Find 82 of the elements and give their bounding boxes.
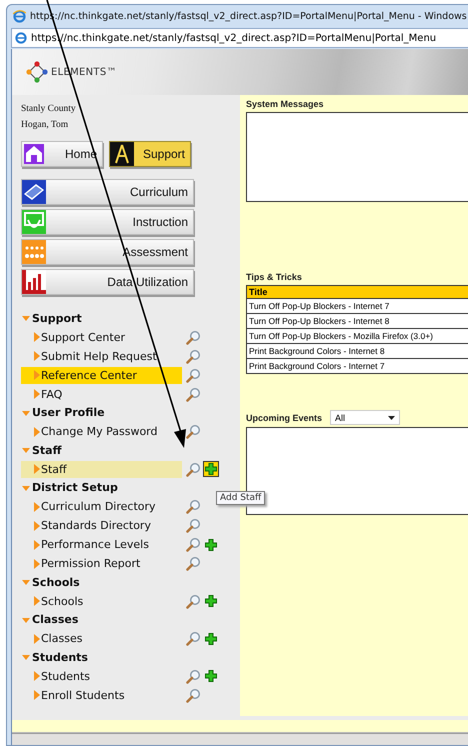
tip-link[interactable]: Turn Off Pop-Up Blockers - Internet 7 bbox=[246, 298, 468, 314]
tip-link[interactable]: Print Background Colors - Internet 7 bbox=[246, 358, 468, 374]
filter-dropdown[interactable]: All bbox=[330, 410, 400, 425]
bullet-arrow-icon bbox=[34, 426, 40, 436]
search-icon[interactable] bbox=[186, 499, 201, 514]
section-title: Tips & Tricks bbox=[246, 272, 303, 282]
menu-item[interactable]: Support Center bbox=[21, 328, 182, 346]
search-icon[interactable] bbox=[186, 424, 201, 439]
bullet-arrow-icon bbox=[34, 464, 40, 474]
browser-icon bbox=[13, 10, 26, 22]
menu-item[interactable]: Submit Help Request bbox=[21, 348, 182, 364]
menu-group-header[interactable]: Staff bbox=[21, 441, 62, 460]
expanded-arrow-icon[interactable] bbox=[21, 314, 31, 322]
expanded-arrow-icon[interactable] bbox=[21, 408, 31, 417]
support-button[interactable]: Support bbox=[109, 141, 191, 167]
plus-icon bbox=[205, 632, 217, 644]
menu-item[interactable]: Classes bbox=[21, 630, 182, 647]
browser-icon bbox=[15, 32, 27, 44]
search-icon[interactable] bbox=[186, 537, 201, 552]
plus-icon bbox=[205, 463, 217, 475]
add-button[interactable] bbox=[203, 593, 219, 609]
expanded-arrow-icon[interactable] bbox=[21, 446, 31, 454]
search-icon[interactable] bbox=[186, 330, 201, 344]
bar-chart-icon bbox=[22, 270, 46, 294]
section-title: Upcoming Events bbox=[246, 412, 322, 422]
search-icon[interactable] bbox=[186, 594, 201, 608]
expanded-arrow-icon[interactable] bbox=[21, 484, 31, 492]
tip-link[interactable]: Turn Off Pop-Up Blockers - Mozilla Firefox (3.0+) bbox=[246, 328, 468, 344]
bullet-arrow-icon bbox=[34, 634, 40, 644]
menu-group-header[interactable]: Support bbox=[21, 309, 82, 328]
plus-icon bbox=[205, 538, 217, 550]
add-button[interactable] bbox=[203, 461, 219, 477]
add-button[interactable] bbox=[203, 630, 219, 646]
compass-icon bbox=[110, 142, 134, 166]
menu-item[interactable]: Schools bbox=[21, 592, 182, 610]
menu-group-header[interactable]: Schools bbox=[21, 573, 80, 592]
logo-icon bbox=[26, 61, 48, 83]
expanded-arrow-icon[interactable] bbox=[21, 578, 31, 586]
search-icon[interactable] bbox=[186, 688, 201, 702]
search-icon[interactable] bbox=[186, 386, 201, 402]
menu-item[interactable]: FAQ bbox=[21, 386, 182, 402]
section-title: System Messages bbox=[246, 99, 325, 109]
menu-group-header[interactable]: District Setup bbox=[21, 478, 118, 497]
menu-group-header[interactable]: User Profile bbox=[21, 404, 105, 422]
menu-group-header[interactable]: Classes bbox=[21, 610, 78, 629]
add-button[interactable] bbox=[203, 536, 219, 552]
menu-item[interactable]: Staff bbox=[21, 460, 182, 478]
search-icon[interactable] bbox=[186, 631, 201, 646]
expanded-arrow-icon[interactable] bbox=[21, 616, 31, 624]
search-icon[interactable] bbox=[186, 368, 201, 382]
menu-group-header[interactable]: Students bbox=[21, 648, 88, 666]
plus-icon bbox=[205, 670, 217, 682]
menu-item[interactable]: Performance Levels bbox=[21, 536, 182, 553]
search-icon[interactable] bbox=[186, 348, 201, 364]
search-icon[interactable] bbox=[186, 668, 201, 684]
tooltip: Add Staff bbox=[216, 491, 266, 505]
plus-icon bbox=[205, 595, 217, 607]
menu-item[interactable]: Permission Report bbox=[21, 555, 182, 572]
add-button[interactable] bbox=[203, 668, 219, 684]
module-button[interactable]: Data Utilization bbox=[21, 269, 194, 295]
district-name: Stanly County bbox=[21, 103, 77, 116]
tip-link[interactable]: Turn Off Pop-Up Blockers - Internet 8 bbox=[246, 314, 468, 328]
module-button[interactable]: Instruction bbox=[21, 209, 194, 235]
search-icon[interactable] bbox=[186, 518, 201, 533]
user-name: Hogan, Tom bbox=[21, 119, 70, 132]
book-icon bbox=[22, 180, 46, 204]
module-button[interactable]: Curriculum bbox=[21, 179, 194, 205]
search-icon[interactable] bbox=[186, 556, 201, 571]
menu-item[interactable]: Students bbox=[21, 668, 182, 684]
tip-link[interactable]: Print Background Colors - Internet 8 bbox=[246, 344, 468, 358]
column-header: Title bbox=[246, 286, 468, 298]
menu-item[interactable]: Enroll Students bbox=[21, 686, 182, 704]
bullet-arrow-icon bbox=[34, 596, 40, 606]
dropdown-arrow-icon bbox=[388, 416, 396, 420]
expanded-arrow-icon[interactable] bbox=[21, 653, 31, 662]
menu-item[interactable]: Standards Directory bbox=[21, 517, 182, 534]
menu-item[interactable]: Curriculum Directory bbox=[21, 498, 182, 515]
test-sheet-icon bbox=[22, 240, 46, 264]
chalkboard-icon bbox=[22, 210, 46, 234]
menu-item[interactable]: Reference Center bbox=[21, 366, 182, 384]
menu-item[interactable]: Change My Password bbox=[21, 423, 182, 440]
house-icon bbox=[22, 142, 46, 166]
